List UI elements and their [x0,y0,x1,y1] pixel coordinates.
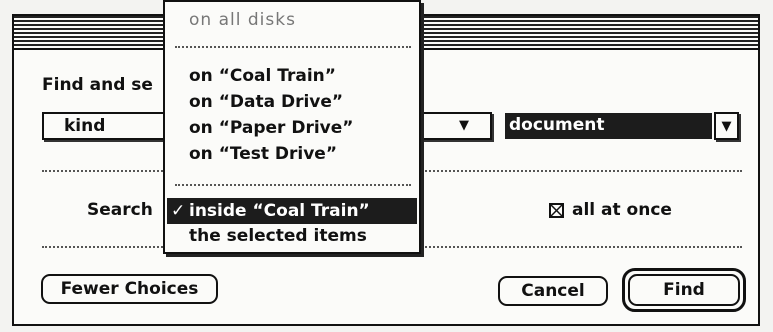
value-dropdown-icon: ▼ [721,118,732,134]
checkmark-icon: ✓ [171,201,186,221]
fewer-choices-label: Fewer Choices [60,279,199,299]
value-dropdown-button[interactable]: ▼ [714,112,739,140]
menu-item-test-drive[interactable]: on “Test Drive” [189,144,337,164]
cancel-button[interactable]: Cancel [498,276,608,306]
checkbox-x-icon [551,205,562,216]
fewer-choices-button[interactable]: Fewer Choices [41,274,218,304]
menu-separator [175,46,411,48]
menu-item-coal-train[interactable]: on “Coal Train” [189,66,336,86]
menu-separator [175,184,411,186]
menu-item-selected-items[interactable]: the selected items [189,226,367,246]
menu-item-data-drive[interactable]: on “Data Drive” [189,92,343,112]
find-button[interactable]: Find [628,274,740,306]
criteria-value-popup[interactable]: document [505,113,712,139]
criteria-dropdown-icon: ▼ [459,118,469,133]
search-scope-menu: on all disks on “Coal Train” on “Data Dr… [163,0,421,254]
find-button-label: Find [663,280,705,300]
cancel-label: Cancel [521,281,585,301]
menu-item-inside-coal-train[interactable]: inside “Coal Train” [189,201,370,221]
find-label: Find and se [42,75,153,95]
menu-item-paper-drive[interactable]: on “Paper Drive” [189,118,353,138]
criteria-field-label: kind [64,116,106,136]
menu-item-all-disks: on all disks [189,10,296,30]
all-at-once-checkbox[interactable] [549,203,564,218]
criteria-value-label: document [509,115,605,135]
all-at-once-label: all at once [572,200,672,220]
search-label: Search [87,200,153,220]
